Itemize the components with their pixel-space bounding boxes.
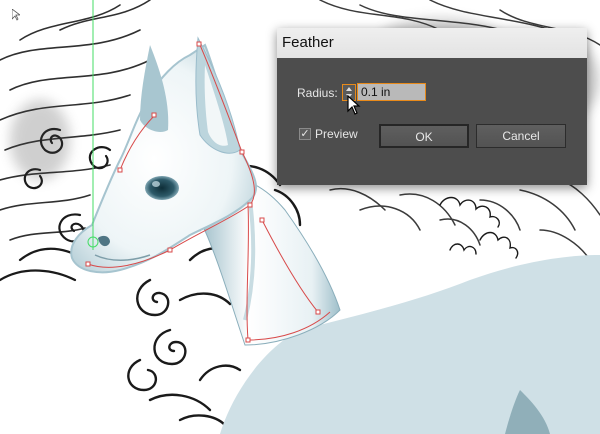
small-cursor-icon [12, 9, 20, 21]
ok-button[interactable]: OK [379, 124, 469, 148]
dialog-body: Radius: ✓ Preview OK Cancel [277, 58, 587, 185]
feather-dialog: Feather Radius: ✓ Preview OK Cancel [277, 28, 587, 185]
dialog-title[interactable]: Feather [277, 28, 587, 58]
stepper-up-icon[interactable] [346, 87, 352, 91]
horse-ear-left [140, 45, 169, 132]
preview-label[interactable]: Preview [315, 127, 358, 141]
cancel-button[interactable]: Cancel [476, 124, 566, 148]
horse-eye [145, 176, 179, 200]
radius-label: Radius: [297, 86, 338, 100]
radius-input[interactable] [357, 83, 426, 101]
checkmark-icon: ✓ [300, 128, 310, 140]
arrow-pointer-icon [347, 95, 361, 115]
preview-checkbox[interactable]: ✓ [299, 128, 311, 140]
